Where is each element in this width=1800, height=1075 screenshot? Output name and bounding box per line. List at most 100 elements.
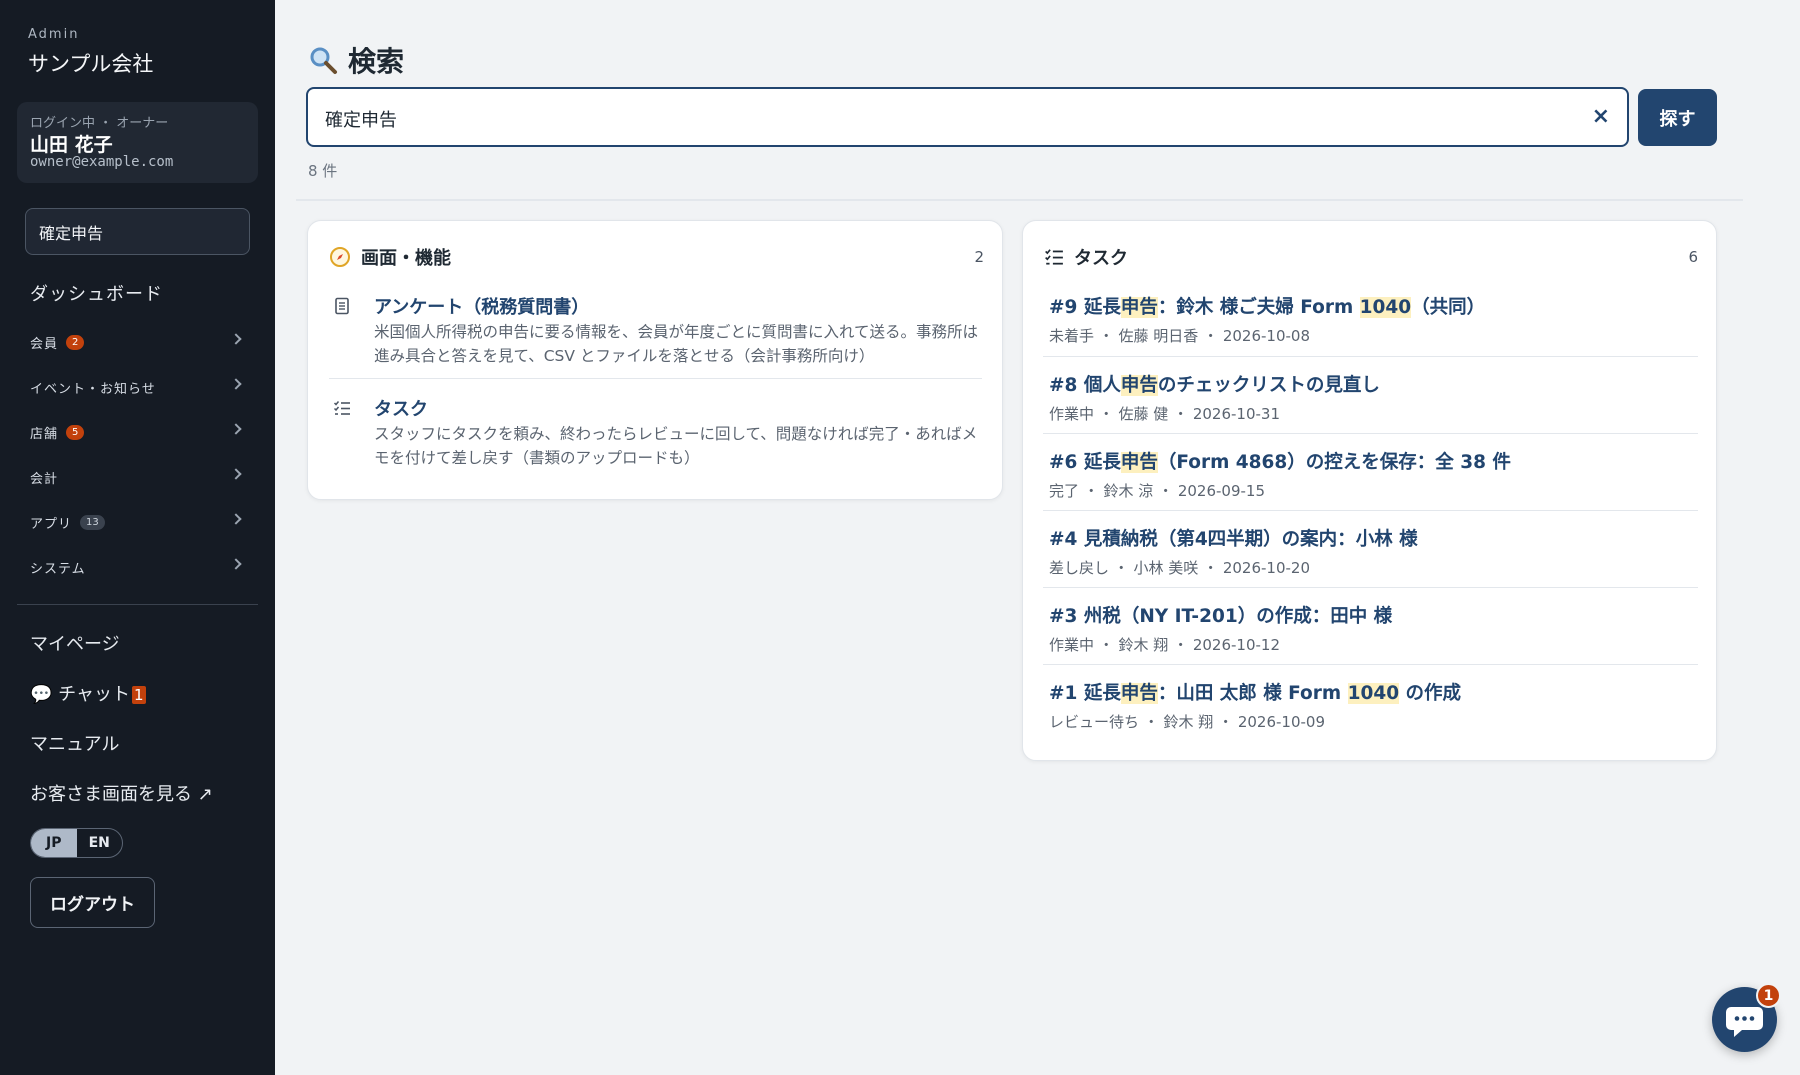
task-result[interactable]: #6 延長申告（Form 4868）の控えを保存：全 38 件 完了 ・ 鈴木 … xyxy=(1043,448,1698,508)
card-count: 6 xyxy=(1688,248,1698,266)
divider xyxy=(1043,433,1698,434)
lang-en-button[interactable]: EN xyxy=(77,829,123,857)
main-divider xyxy=(296,199,1743,201)
count-badge: 2 xyxy=(66,334,85,350)
divider xyxy=(1043,356,1698,357)
checklist-icon xyxy=(1045,249,1063,265)
sidebar-item-chat[interactable]: 💬 チャット 1 xyxy=(30,680,146,706)
task-result[interactable]: #8 個人申告のチェックリストの見直し 作業中 ・ 佐藤 健 ・ 2026-10… xyxy=(1043,371,1698,431)
sidebar-item-stores[interactable]: 店舗 5 xyxy=(30,418,246,446)
login-status: ログイン中 ・ オーナー xyxy=(30,116,169,131)
checklist-icon xyxy=(333,401,350,415)
feature-title[interactable]: アンケート（税務質問書） xyxy=(374,293,589,319)
divider xyxy=(1043,587,1698,588)
task-title[interactable]: #1 延長申告：山田 太郎 様 Form 1040 の作成 xyxy=(1049,679,1461,705)
org-name: サンプル会社 xyxy=(28,52,154,76)
sidebar-item-system[interactable]: システム xyxy=(30,553,246,581)
document-icon xyxy=(335,297,349,315)
card-count: 2 xyxy=(974,248,984,266)
result-count: 8 件 xyxy=(308,162,338,180)
sidebar-item-label: 会員 xyxy=(30,336,59,352)
search-button[interactable]: 探す xyxy=(1638,89,1717,146)
sidebar-item-label: アプリ xyxy=(30,516,73,532)
lang-jp-button[interactable]: JP xyxy=(31,829,77,857)
search-input-value: 確定申告 xyxy=(325,110,397,131)
chevron-right-icon xyxy=(230,333,242,345)
feature-description: 米国個人所得税の申告に要る情報を、会員が年度ごとに質問書に入れて送る。事務所は進… xyxy=(374,323,979,365)
feature-title[interactable]: タスク xyxy=(374,395,428,421)
highlight: 申告 xyxy=(1120,452,1158,473)
sidebar-item-accounting[interactable]: 会計 xyxy=(30,463,246,491)
chevron-right-icon xyxy=(230,513,242,525)
card-title: 画面・機能 xyxy=(361,248,451,269)
divider xyxy=(1043,664,1698,665)
task-result[interactable]: #9 延長申告：鈴木 様ご夫婦 Form 1040（共同） 未着手 ・ 佐藤 明… xyxy=(1043,293,1698,353)
highlight: 1040 xyxy=(1359,297,1412,318)
highlight: 1040 xyxy=(1347,683,1400,704)
chevron-right-icon xyxy=(230,558,242,570)
sidebar-item-label: 会計 xyxy=(30,471,59,487)
chat-icon: 💬 xyxy=(30,684,53,705)
card-header: タスク 6 xyxy=(1044,245,1698,269)
task-title[interactable]: #4 見積納税（第4四半期）の案内：小林 様 xyxy=(1049,525,1418,551)
sidebar-item-label: イベント・お知らせ xyxy=(30,381,156,397)
chat-unread-badge: 1 xyxy=(131,686,146,704)
feature-result[interactable]: タスク スタッフにタスクを頼み、終わったらレビューに回して、問題なければ完了・あ… xyxy=(329,395,982,475)
sidebar-item-dashboard[interactable]: ダッシュボード xyxy=(30,280,163,306)
compass-icon xyxy=(330,247,350,267)
task-result[interactable]: #1 延長申告：山田 太郎 様 Form 1040 の作成 レビュー待ち ・ 鈴… xyxy=(1043,679,1698,739)
task-title[interactable]: #6 延長申告（Form 4868）の控えを保存：全 38 件 xyxy=(1049,448,1511,474)
user-name: 山田 花子 xyxy=(30,134,113,156)
task-meta: 未着手 ・ 佐藤 明日香 ・ 2026-10-08 xyxy=(1049,327,1311,345)
sidebar-item-apps[interactable]: アプリ 13 xyxy=(30,508,246,536)
page-title: 検索 xyxy=(308,40,404,80)
count-badge: 5 xyxy=(66,424,85,440)
chevron-right-icon xyxy=(230,468,242,480)
highlight: 申告 xyxy=(1120,683,1158,704)
task-meta: 差し戻し ・ 小林 美咲 ・ 2026-10-20 xyxy=(1049,559,1311,577)
sidebar-item-events[interactable]: イベント・お知らせ xyxy=(30,373,246,401)
tasks-card: タスク 6 #9 延長申告：鈴木 様ご夫婦 Form 1040（共同） 未着手 … xyxy=(1022,220,1717,761)
task-result[interactable]: #3 州税（NY IT-201）の作成：田中 様 作業中 ・ 鈴木 翔 ・ 20… xyxy=(1043,602,1698,662)
search-input[interactable]: 確定申告 × xyxy=(306,87,1629,147)
sidebar-item-manual[interactable]: マニュアル xyxy=(30,730,119,756)
task-meta: 作業中 ・ 佐藤 健 ・ 2026-10-31 xyxy=(1049,405,1281,423)
divider xyxy=(329,378,982,379)
card-header: 画面・機能 2 xyxy=(329,245,984,269)
task-meta: 完了 ・ 鈴木 涼 ・ 2026-09-15 xyxy=(1049,482,1266,500)
feature-description: スタッフにタスクを頼み、終わったらレビューに回して、問題なければ完了・あればメモ… xyxy=(374,425,978,467)
card-title: タスク xyxy=(1074,248,1128,269)
highlight: 申告 xyxy=(1120,375,1158,396)
chat-fab-badge: 1 xyxy=(1756,983,1781,1008)
page-title-text: 検索 xyxy=(348,45,405,78)
sidebar-search-input[interactable]: 確定申告 xyxy=(25,208,250,255)
sidebar-item-label: チャット xyxy=(58,684,130,705)
clear-icon[interactable]: × xyxy=(1592,104,1610,129)
search-icon xyxy=(310,47,337,74)
sidebar-item-label: システム xyxy=(30,561,86,577)
sidebar-divider xyxy=(17,604,258,605)
language-toggle: JP EN xyxy=(30,828,123,858)
task-meta: 作業中 ・ 鈴木 翔 ・ 2026-10-12 xyxy=(1049,636,1281,654)
feature-result[interactable]: アンケート（税務質問書） 米国個人所得税の申告に要る情報を、会員が年度ごとに質問… xyxy=(329,293,982,373)
chevron-right-icon xyxy=(230,423,242,435)
task-result[interactable]: #4 見積納税（第4四半期）の案内：小林 様 差し戻し ・ 小林 美咲 ・ 20… xyxy=(1043,525,1698,585)
divider xyxy=(1043,510,1698,511)
user-email: owner@example.com xyxy=(30,154,174,170)
chevron-right-icon xyxy=(230,378,242,390)
sidebar-item-mypage[interactable]: マイページ xyxy=(30,630,120,656)
sidebar: Admin サンプル会社 ログイン中 ・ オーナー 山田 花子 owner@ex… xyxy=(0,0,275,1075)
sidebar-item-members[interactable]: 会員 2 xyxy=(30,328,246,356)
task-title[interactable]: #9 延長申告：鈴木 様ご夫婦 Form 1040（共同） xyxy=(1049,293,1485,319)
task-title[interactable]: #3 州税（NY IT-201）の作成：田中 様 xyxy=(1049,602,1392,628)
admin-label: Admin xyxy=(28,27,80,42)
features-card: 画面・機能 2 アンケート（税務質問書） 米国個人所得税の申告に要る情報を、会員… xyxy=(307,220,1003,500)
sidebar-item-label: 店舗 xyxy=(30,426,59,442)
task-title[interactable]: #8 個人申告のチェックリストの見直し xyxy=(1049,371,1380,397)
highlight: 申告 xyxy=(1120,297,1158,318)
count-badge: 13 xyxy=(80,514,105,530)
logout-button[interactable]: ログアウト xyxy=(30,877,155,928)
task-meta: レビュー待ち ・ 鈴木 翔 ・ 2026-10-09 xyxy=(1049,713,1326,731)
user-card: ログイン中 ・ オーナー 山田 花子 owner@example.com xyxy=(17,102,258,183)
customer-view-link[interactable]: お客さま画面を見る ↗ xyxy=(30,780,213,806)
